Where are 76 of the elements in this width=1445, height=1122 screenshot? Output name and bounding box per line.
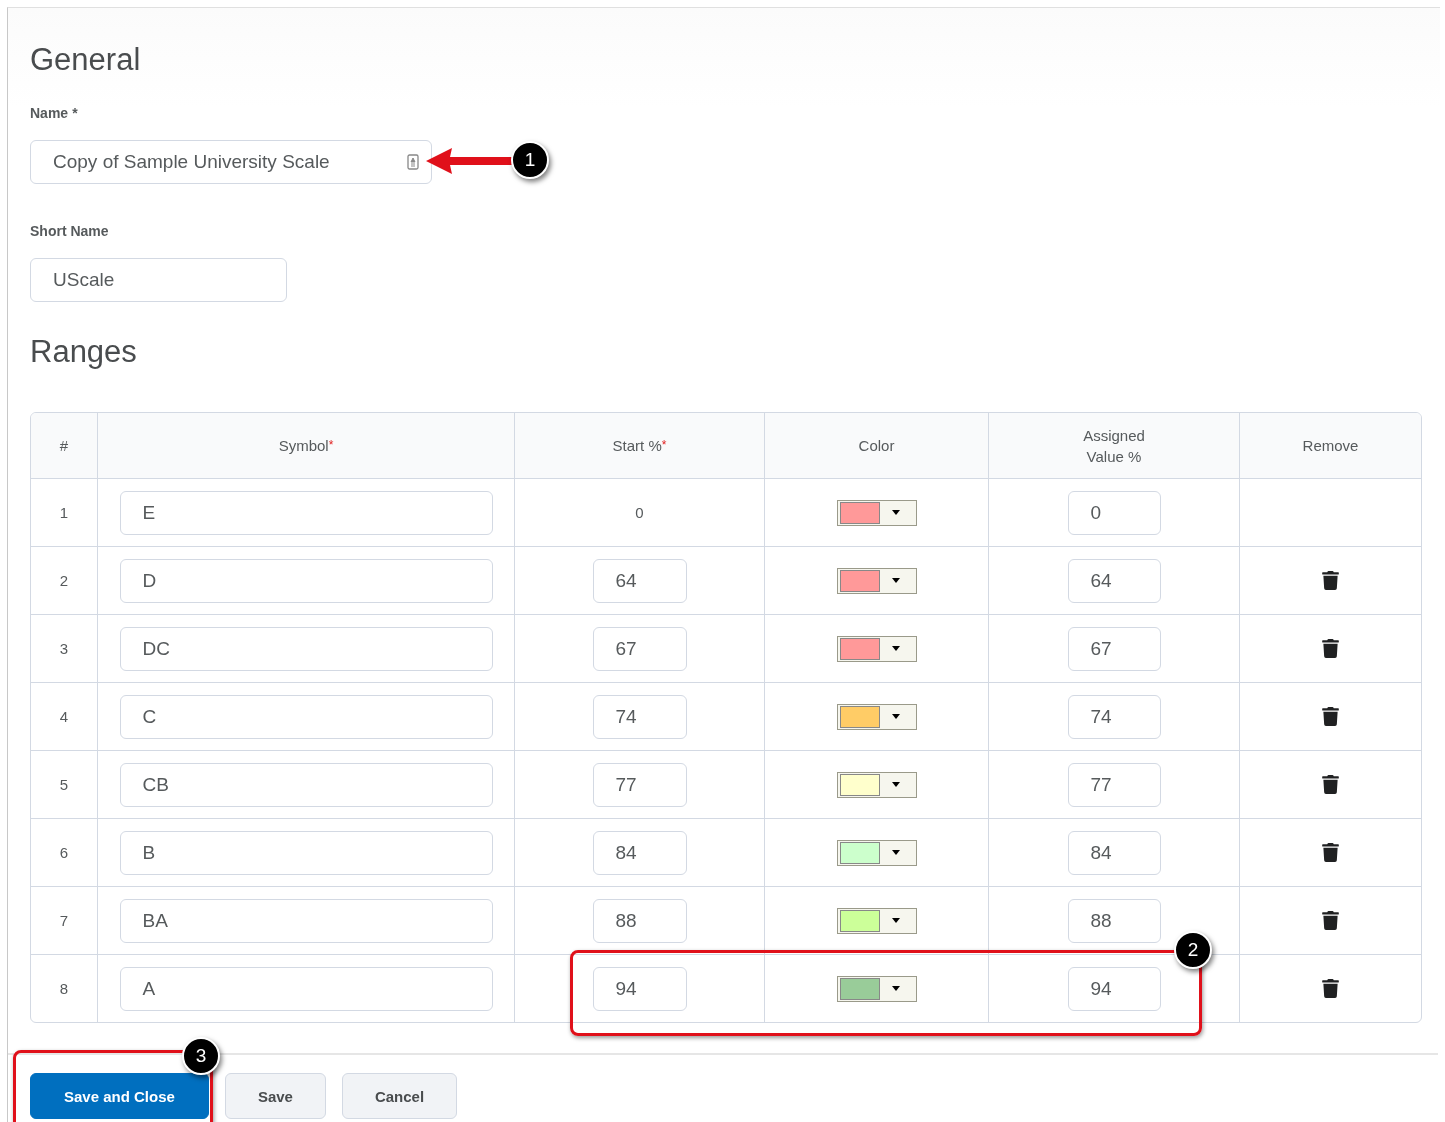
action-button[interactable]: Save and Close <box>30 1073 209 1119</box>
start-value: 0 <box>635 504 644 521</box>
symbol-field[interactable]: CB <box>119 762 493 807</box>
symbol-field[interactable]: E <box>119 490 493 535</box>
assigned-field[interactable]: 77 <box>1067 762 1161 807</box>
color-picker[interactable] <box>836 635 917 662</box>
delete-button[interactable] <box>1321 639 1340 658</box>
start-field[interactable]: 84 <box>592 830 687 875</box>
assigned-field[interactable]: 84 <box>1067 830 1161 875</box>
symbol-field[interactable]: D <box>119 558 493 603</box>
arrow-icon <box>426 147 512 175</box>
row-number: 1 <box>59 504 69 521</box>
section-heading: General <box>30 41 142 79</box>
assigned-field[interactable]: 88 <box>1067 898 1161 943</box>
row-number: 5 <box>59 776 69 793</box>
caret-icon <box>891 986 900 991</box>
symbol-field[interactable]: C <box>119 694 493 739</box>
caret-icon <box>891 714 900 719</box>
symbol-field[interactable]: BA <box>119 898 493 943</box>
action-button[interactable]: Cancel <box>341 1073 458 1119</box>
symbol-field[interactable]: A <box>119 966 493 1011</box>
assigned-field[interactable]: 74 <box>1067 694 1161 739</box>
assigned-field[interactable]: 64 <box>1067 558 1161 603</box>
field-label: Short Name <box>30 222 109 240</box>
assigned-field[interactable]: 0 <box>1067 490 1161 535</box>
required-mark: * <box>72 104 78 122</box>
start-field[interactable]: 74 <box>592 694 687 739</box>
row-number: 4 <box>59 708 69 725</box>
section-heading: Ranges <box>30 333 138 371</box>
caret-icon <box>891 510 900 515</box>
callout-number: 1 <box>511 141 549 179</box>
start-field[interactable]: 88 <box>592 898 687 943</box>
field-icon <box>407 154 419 170</box>
column-header: # <box>59 436 69 456</box>
symbol-field[interactable]: DC <box>119 626 493 671</box>
callout-number: 3 <box>182 1037 220 1075</box>
color-picker[interactable] <box>836 567 917 594</box>
column-header: Color <box>858 436 895 456</box>
caret-icon <box>891 850 900 855</box>
color-picker[interactable] <box>836 839 917 866</box>
color-picker[interactable] <box>836 975 917 1002</box>
row-number: 3 <box>59 640 69 657</box>
delete-button[interactable] <box>1321 979 1340 998</box>
caret-icon <box>891 782 900 787</box>
row-number: 2 <box>59 572 69 589</box>
column-header: Assigned Value % <box>1082 425 1146 467</box>
column-header: Start %* <box>612 436 667 456</box>
color-picker[interactable] <box>836 771 917 798</box>
delete-button[interactable] <box>1321 571 1340 590</box>
column-header: Symbol* <box>278 436 334 456</box>
color-picker[interactable] <box>836 703 917 730</box>
row-number: 6 <box>59 844 69 861</box>
assigned-field[interactable]: 67 <box>1067 626 1161 671</box>
column-header: Remove <box>1302 436 1359 456</box>
symbol-field[interactable]: B <box>119 830 493 875</box>
delete-button[interactable] <box>1321 707 1340 726</box>
name-field[interactable]: Copy of Sample University Scale <box>30 140 432 184</box>
delete-button[interactable] <box>1321 911 1340 930</box>
row-number: 7 <box>59 912 69 929</box>
assigned-field[interactable]: 94 <box>1067 966 1161 1011</box>
color-picker[interactable] <box>836 499 917 526</box>
start-field[interactable]: 94 <box>592 966 687 1011</box>
caret-icon <box>891 918 900 923</box>
field-label: Name <box>30 104 69 122</box>
callout-number: 2 <box>1174 931 1212 969</box>
row-number: 8 <box>59 980 69 997</box>
delete-button[interactable] <box>1321 775 1340 794</box>
caret-icon <box>891 578 900 583</box>
start-field[interactable]: 64 <box>592 558 687 603</box>
color-picker[interactable] <box>836 907 917 934</box>
delete-button[interactable] <box>1321 843 1340 862</box>
action-button[interactable]: Save <box>224 1073 326 1119</box>
start-field[interactable]: 77 <box>592 762 687 807</box>
short-name-field[interactable]: UScale <box>30 258 287 302</box>
caret-icon <box>891 646 900 651</box>
start-field[interactable]: 67 <box>592 626 687 671</box>
